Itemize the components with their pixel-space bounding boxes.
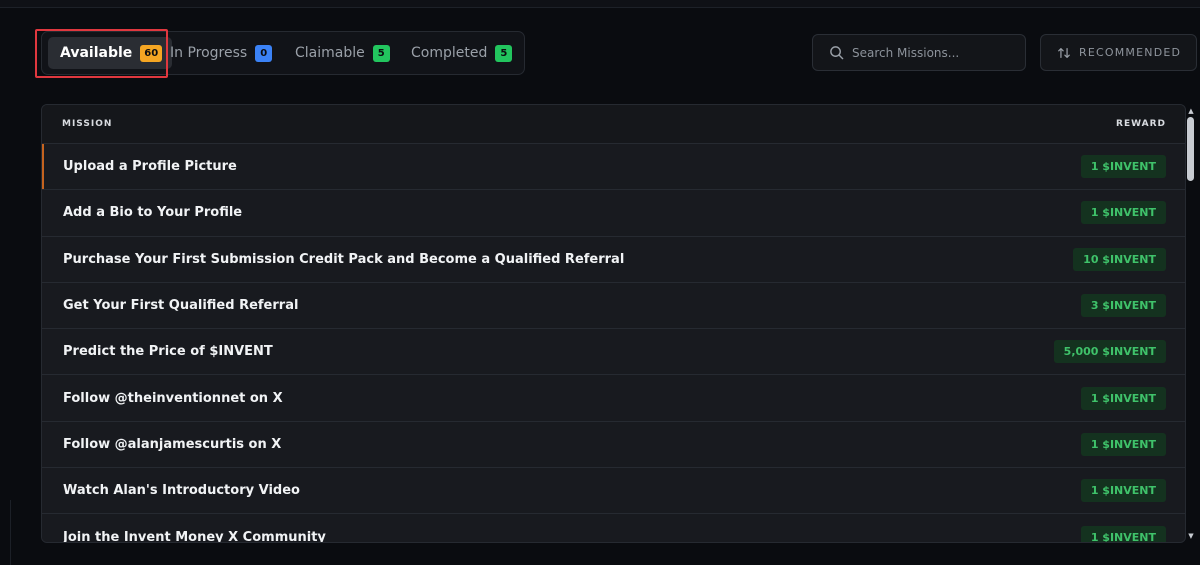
scroll-down-arrow-icon[interactable]: ▼ xyxy=(1186,531,1196,541)
top-bar xyxy=(0,0,1200,8)
mission-title: Purchase Your First Submission Credit Pa… xyxy=(63,251,625,267)
tab-in-progress-label: In Progress xyxy=(170,45,248,61)
mission-title: Watch Alan's Introductory Video xyxy=(63,483,300,499)
reward-badge: 3 $INVENT xyxy=(1080,294,1166,318)
table-row[interactable]: Get Your First Qualified Referral 3 $INV… xyxy=(42,282,1185,330)
reward-badge: 1 $INVENT xyxy=(1080,201,1166,225)
reward-column-header: REWARD xyxy=(1116,119,1166,129)
table-row[interactable]: Follow @alanjamescurtis on X 1 $INVENT xyxy=(42,421,1185,469)
search-icon xyxy=(830,46,844,60)
tab-in-progress-count-badge: 0 xyxy=(255,44,273,62)
search-box[interactable] xyxy=(812,34,1026,71)
table-row[interactable]: Purchase Your First Submission Credit Pa… xyxy=(42,236,1185,283)
tab-claimable-count-badge: 5 xyxy=(372,44,390,62)
table-scrollbar[interactable]: ▲ ▼ xyxy=(1184,104,1198,543)
tab-available-label: Available xyxy=(60,45,133,61)
reward-badge: 1 $INVENT xyxy=(1080,386,1166,410)
recommended-sort-label: RECOMMENDED xyxy=(1079,46,1182,59)
search-input[interactable] xyxy=(852,45,1012,60)
table-row[interactable]: Add a Bio to Your Profile 1 $INVENT xyxy=(42,190,1185,237)
table-row[interactable]: Join the Invent Money X Community 1 $INV… xyxy=(42,514,1185,543)
tab-completed-count-badge: 5 xyxy=(495,44,513,62)
table-row[interactable]: Watch Alan's Introductory Video 1 $INVEN… xyxy=(42,468,1185,515)
mission-title: Join the Invent Money X Community xyxy=(63,529,326,543)
tab-claimable[interactable]: Claimable 5 xyxy=(295,37,390,69)
mission-title: Upload a Profile Picture xyxy=(63,159,237,175)
tab-claimable-label: Claimable xyxy=(295,45,365,61)
recommended-sort-button[interactable]: RECOMMENDED xyxy=(1040,34,1197,71)
mission-title: Add a Bio to Your Profile xyxy=(63,205,243,221)
mission-title: Follow @theinventionnet on X xyxy=(63,390,283,406)
reward-badge: 10 $INVENT xyxy=(1073,247,1166,271)
tab-completed[interactable]: Completed 5 xyxy=(411,37,513,69)
scrollbar-thumb[interactable] xyxy=(1187,117,1194,181)
reward-badge: 1 $INVENT xyxy=(1080,525,1166,542)
table-row[interactable]: Follow @theinventionnet on X 1 $INVENT xyxy=(42,375,1185,422)
mission-column-header: MISSION xyxy=(62,119,113,129)
table-header: MISSION REWARD xyxy=(42,105,1185,144)
scroll-up-arrow-icon[interactable]: ▲ xyxy=(1186,106,1196,116)
tab-completed-label: Completed xyxy=(411,45,488,61)
tab-available-count-badge: 60 xyxy=(140,44,163,62)
left-divider xyxy=(10,500,11,565)
mission-title: Follow @alanjamescurtis on X xyxy=(63,436,282,452)
mission-title: Predict the Price of $INVENT xyxy=(63,344,273,360)
tab-available[interactable]: Available 60 xyxy=(48,37,173,69)
mission-title: Get Your First Qualified Referral xyxy=(63,298,299,314)
mission-tabs: Available 60 In Progress 0 Claimable 5 C… xyxy=(41,31,525,75)
reward-badge: 5,000 $INVENT xyxy=(1053,340,1166,364)
missions-table: MISSION REWARD Upload a Profile Picture … xyxy=(41,104,1186,543)
reward-badge: 1 $INVENT xyxy=(1080,479,1166,503)
reward-badge: 1 $INVENT xyxy=(1080,432,1166,456)
table-row[interactable]: Upload a Profile Picture 1 $INVENT xyxy=(42,144,1185,191)
sort-arrows-icon xyxy=(1058,47,1070,58)
table-row[interactable]: Predict the Price of $INVENT 5,000 $INVE… xyxy=(42,329,1185,376)
tab-in-progress[interactable]: In Progress 0 xyxy=(170,37,273,69)
reward-badge: 1 $INVENT xyxy=(1080,155,1166,179)
